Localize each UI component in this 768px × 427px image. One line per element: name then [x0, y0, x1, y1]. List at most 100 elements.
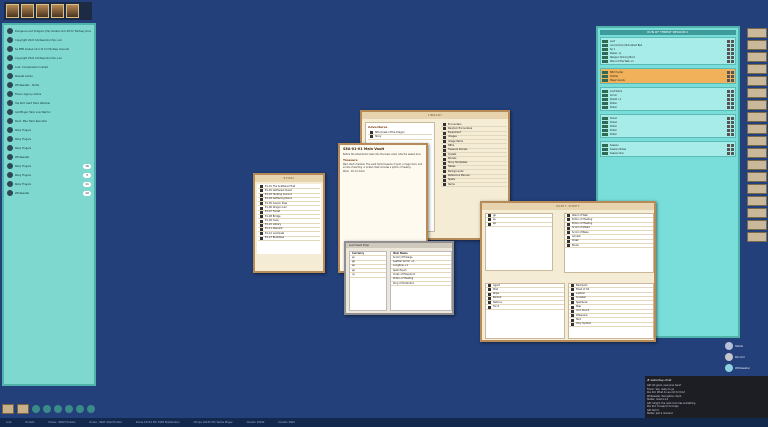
delete-icon[interactable]	[731, 39, 734, 43]
discord-chat[interactable]: # saturday-chat GM: Ok good, everyone he…	[645, 376, 768, 418]
delete-icon[interactable]	[731, 105, 734, 109]
user-entry[interactable]: Stellar	[725, 342, 767, 350]
share-icon[interactable]	[727, 89, 730, 93]
delete-icon[interactable]	[731, 128, 734, 132]
session-group[interactable]: NPC Hunter Hostile Magic Goods	[600, 68, 736, 84]
share-icon[interactable]	[727, 39, 730, 43]
party-row[interactable]: Holy Symbol	[569, 322, 653, 327]
share-icon[interactable]	[727, 143, 730, 147]
delete-icon[interactable]	[731, 120, 734, 124]
party-sheet-window[interactable]: PARTY SHEET gp sp ep Wand of Web Potion of …	[480, 201, 656, 342]
share-icon[interactable]	[727, 132, 730, 136]
loot-row[interactable]: Ring of Protection	[391, 282, 451, 287]
delete-icon[interactable]	[731, 97, 734, 101]
status-item[interactable]: Dorado 4000	[279, 421, 295, 424]
sidebar-tab[interactable]	[747, 184, 767, 194]
share-icon[interactable]	[727, 97, 730, 101]
delete-icon[interactable]	[731, 151, 734, 155]
sidebar-tab[interactable]	[747, 136, 767, 146]
sidebar-tab[interactable]	[747, 88, 767, 98]
share-icon[interactable]	[727, 55, 730, 59]
session-row[interactable]: Session Run	[602, 151, 734, 155]
character-portrait[interactable]	[21, 4, 34, 18]
delete-icon[interactable]	[731, 147, 734, 151]
session-row[interactable]: Magic Goods	[602, 78, 734, 82]
die-d8-icon[interactable]	[54, 405, 62, 413]
status-item[interactable]: Lore	[6, 421, 11, 424]
die-d10-icon[interactable]	[65, 405, 73, 413]
share-icon[interactable]	[727, 105, 730, 109]
party-row[interactable]: Boots	[565, 244, 653, 249]
character-portrait[interactable]	[36, 4, 49, 18]
status-item[interactable]: Dorse - 9941 Shell Hunter	[89, 421, 121, 424]
sidebar-tab[interactable]	[747, 100, 767, 110]
share-icon[interactable]	[727, 124, 730, 128]
sidebar-tab[interactable]	[747, 28, 767, 38]
chat-log-panel[interactable]: Dungeons and Dragons (5e) loaded v4.0.18…	[2, 23, 96, 386]
sidebar-tab[interactable]	[747, 208, 767, 218]
session-group[interactable]: Loot Items Armor Shield +1 Potion Potion	[600, 87, 736, 111]
sidebar-tab[interactable]	[747, 76, 767, 86]
sidebar-tab[interactable]	[747, 124, 767, 134]
sidebar-tab[interactable]	[747, 172, 767, 182]
library-category[interactable]: Items	[441, 183, 507, 188]
delete-icon[interactable]	[731, 59, 734, 63]
delete-icon[interactable]	[731, 47, 734, 51]
module-item[interactable]: Story	[368, 135, 432, 140]
share-icon[interactable]	[727, 101, 730, 105]
share-icon[interactable]	[727, 70, 730, 74]
delete-icon[interactable]	[731, 74, 734, 78]
session-row[interactable]: Potion	[602, 132, 734, 136]
user-entry[interactable]: Pan Kid	[725, 353, 767, 361]
delete-icon[interactable]	[731, 124, 734, 128]
user-entry[interactable]: Whitewater	[725, 364, 767, 372]
share-icon[interactable]	[727, 128, 730, 132]
session-group[interactable]: Loot (uncommon) Burnished Bell Sp 1 Rapier …	[600, 37, 736, 65]
share-icon[interactable]	[727, 43, 730, 47]
character-portrait[interactable]	[51, 4, 64, 18]
delete-icon[interactable]	[731, 55, 734, 59]
delete-icon[interactable]	[731, 93, 734, 97]
share-icon[interactable]	[727, 51, 730, 55]
delete-icon[interactable]	[731, 51, 734, 55]
sidebar-tab[interactable]	[747, 40, 767, 50]
session-row[interactable]: Wand of the Web +1	[602, 59, 734, 63]
loot-row[interactable]: cp	[350, 273, 386, 278]
delete-icon[interactable]	[731, 143, 734, 147]
session-group[interactable]: Session Session Notes Session Run	[600, 141, 736, 157]
share-icon[interactable]	[727, 47, 730, 51]
sidebar-tab[interactable]	[747, 232, 767, 242]
character-portrait[interactable]	[6, 4, 19, 18]
delete-icon[interactable]	[731, 132, 734, 136]
delete-icon[interactable]	[731, 116, 734, 120]
loot-window[interactable]: Loot Vault Drop Currency sp gp ep pp cp Item…	[344, 241, 454, 315]
story-window[interactable]: STORY E1-01 The Scattered Trail E1-02 Gat…	[253, 173, 325, 273]
tray-button[interactable]	[17, 404, 29, 414]
sidebar-tab[interactable]	[747, 52, 767, 62]
share-icon[interactable]	[727, 93, 730, 97]
sidebar-tab[interactable]	[747, 196, 767, 206]
die-d4-icon[interactable]	[32, 405, 40, 413]
share-icon[interactable]	[727, 59, 730, 63]
sidebar-tab[interactable]	[747, 148, 767, 158]
delete-icon[interactable]	[731, 70, 734, 74]
sidebar-tab[interactable]	[747, 64, 767, 74]
story-entry[interactable]: E1-13 Brambles	[258, 236, 320, 241]
status-item[interactable]: Orlope 10232 5th Yellow Player	[194, 421, 233, 424]
die-d6-icon[interactable]	[43, 405, 51, 413]
delete-icon[interactable]	[731, 101, 734, 105]
share-icon[interactable]	[727, 120, 730, 124]
die-d20-icon[interactable]	[87, 405, 95, 413]
die-d12-icon[interactable]	[76, 405, 84, 413]
delete-icon[interactable]	[731, 78, 734, 82]
share-icon[interactable]	[727, 151, 730, 155]
share-icon[interactable]	[727, 78, 730, 82]
character-portrait[interactable]	[66, 4, 79, 18]
sidebar-tab[interactable]	[747, 220, 767, 230]
delete-icon[interactable]	[731, 89, 734, 93]
status-item[interactable]: Dorse - 9942 Hunters	[49, 421, 76, 424]
delete-icon[interactable]	[731, 43, 734, 47]
status-item[interactable]: Dorado 10032	[247, 421, 265, 424]
status-item[interactable]: Dorse 10132 5th 3448 Shellbroken	[136, 421, 180, 424]
status-item[interactable]: Dorado	[25, 421, 34, 424]
